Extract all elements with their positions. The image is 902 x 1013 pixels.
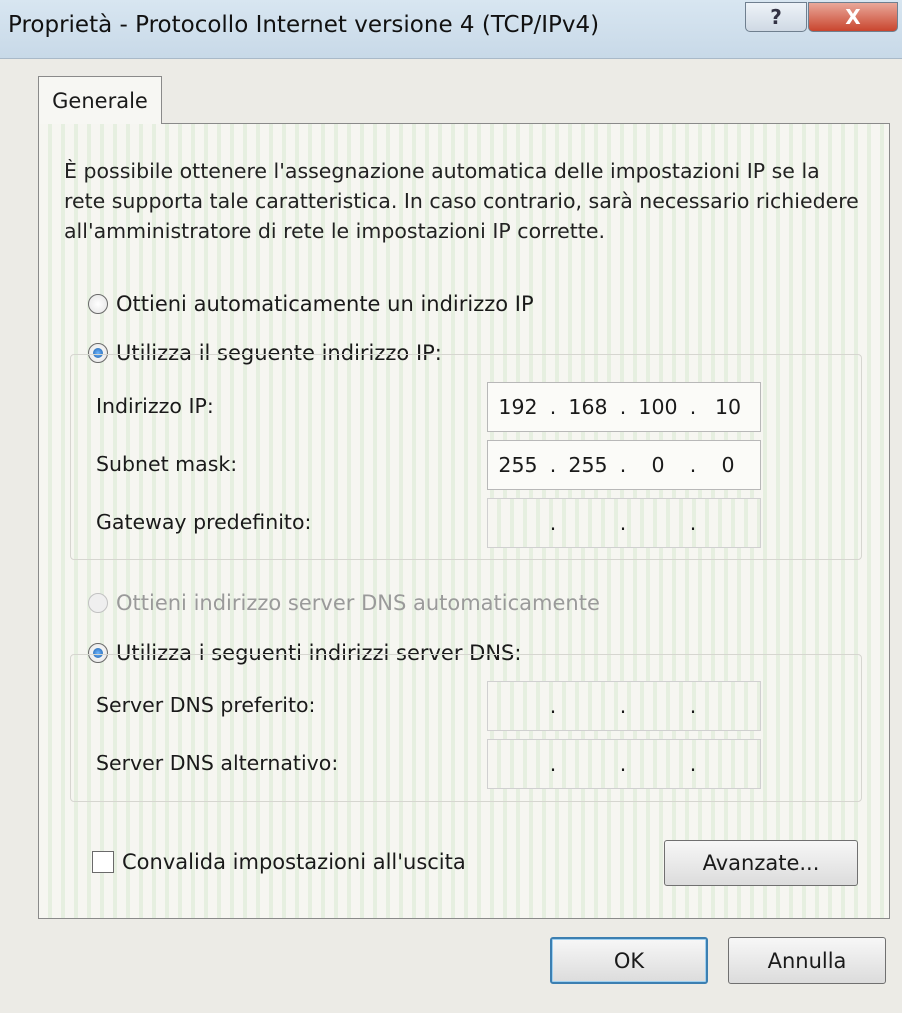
intro-text: È possibile ottenere l'assegnazione auto…	[64, 159, 859, 243]
radio-ip-auto-label: Ottieni automaticamente un indirizzo IP	[116, 292, 534, 316]
help-icon: ?	[770, 5, 782, 29]
close-button[interactable]: X	[808, 2, 898, 32]
octet-separator: .	[689, 511, 697, 535]
help-button[interactable]: ?	[745, 2, 807, 32]
octet-separator: .	[549, 395, 557, 419]
radio-ip-auto-row[interactable]: Ottieni automaticamente un indirizzo IP	[88, 292, 534, 316]
cancel-button[interactable]: Annulla	[728, 937, 886, 984]
gateway-label: Gateway predefinito:	[96, 510, 312, 534]
octet-separator: .	[549, 694, 557, 718]
octet-separator: .	[619, 395, 627, 419]
ip-address-octet-3[interactable]: 100	[628, 395, 688, 419]
validate-on-exit-checkbox[interactable]	[92, 851, 114, 873]
subnet-mask-octet-1[interactable]: 255	[488, 453, 548, 477]
ip-address-octet-1[interactable]: 192	[488, 395, 548, 419]
gateway-field[interactable]: . . .	[487, 498, 761, 548]
ip-address-octet-4[interactable]: 10	[698, 395, 758, 419]
octet-separator: .	[619, 752, 627, 776]
dns-alternate-field[interactable]: . . .	[487, 739, 761, 789]
octet-separator: .	[549, 453, 557, 477]
ip-address-label: Indirizzo IP:	[96, 394, 214, 418]
radio-dns-auto-label: Ottieni indirizzo server DNS automaticam…	[116, 591, 600, 615]
radio-dns-auto[interactable]	[88, 593, 108, 613]
close-icon: X	[845, 5, 861, 29]
ip-address-octet-2[interactable]: 168	[558, 395, 618, 419]
octet-separator: .	[549, 511, 557, 535]
tcpip-properties-dialog: Proprietà - Protocollo Internet versione…	[0, 0, 902, 1013]
octet-separator: .	[689, 395, 697, 419]
radio-ip-auto[interactable]	[88, 294, 108, 314]
subnet-mask-octet-3[interactable]: 0	[628, 453, 688, 477]
subnet-mask-octet-4[interactable]: 0	[698, 453, 758, 477]
octet-separator: .	[689, 694, 697, 718]
tab-generale[interactable]: Generale	[38, 76, 162, 124]
octet-separator: .	[619, 511, 627, 535]
radio-dns-auto-row[interactable]: Ottieni indirizzo server DNS automaticam…	[88, 591, 600, 615]
octet-separator: .	[619, 694, 627, 718]
validate-on-exit-row[interactable]: Convalida impostazioni all'uscita	[92, 850, 466, 874]
subnet-mask-octet-2[interactable]: 255	[558, 453, 618, 477]
subnet-mask-field[interactable]: 255. 255. 0. 0	[487, 440, 761, 490]
octet-separator: .	[689, 453, 697, 477]
advanced-button[interactable]: Avanzate...	[664, 840, 858, 886]
validate-on-exit-label: Convalida impostazioni all'uscita	[122, 850, 466, 874]
dns-preferred-label: Server DNS preferito:	[96, 693, 316, 717]
ok-button[interactable]: OK	[550, 937, 708, 984]
dns-preferred-field[interactable]: . . .	[487, 681, 761, 731]
octet-separator: .	[549, 752, 557, 776]
subnet-mask-label: Subnet mask:	[96, 452, 238, 476]
octet-separator: .	[689, 752, 697, 776]
octet-separator: .	[619, 453, 627, 477]
dns-alternate-label: Server DNS alternativo:	[96, 751, 339, 775]
ip-address-field[interactable]: 192. 168. 100. 10	[487, 382, 761, 432]
title-bar: Proprietà - Protocollo Internet versione…	[0, 0, 902, 59]
window-title: Proprietà - Protocollo Internet versione…	[8, 12, 600, 38]
